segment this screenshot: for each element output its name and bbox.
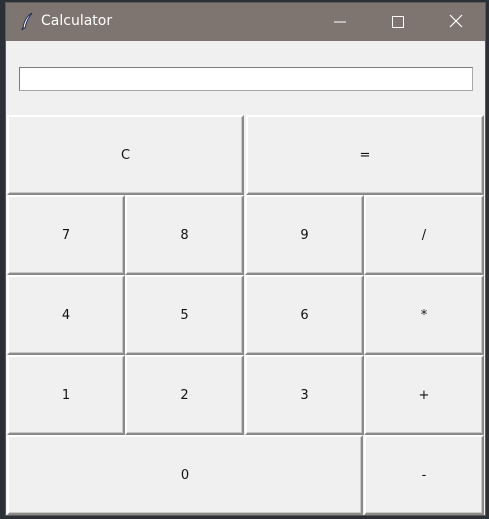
- digit-9-button[interactable]: 9: [245, 195, 364, 275]
- multiply-button[interactable]: *: [364, 275, 484, 355]
- title-bar[interactable]: Calculator: [6, 3, 485, 41]
- window-title: Calculator: [41, 13, 113, 29]
- divide-button[interactable]: /: [364, 195, 484, 275]
- maximize-icon: [392, 13, 404, 32]
- close-button[interactable]: [427, 3, 485, 41]
- minimize-button[interactable]: [311, 3, 369, 41]
- digit-2-button[interactable]: 2: [125, 355, 244, 435]
- display-input[interactable]: [19, 67, 473, 91]
- digit-6-button[interactable]: 6: [245, 275, 364, 355]
- digit-3-button[interactable]: 3: [245, 355, 364, 435]
- equals-button[interactable]: =: [246, 115, 484, 195]
- digit-5-button[interactable]: 5: [125, 275, 244, 355]
- calculator-window: Calculator C = 7 8 9 / 4 5 6 * 1 2 3 + 0…: [5, 2, 486, 516]
- feather-icon: [18, 11, 38, 31]
- digit-4-button[interactable]: 4: [7, 275, 125, 355]
- clear-button[interactable]: C: [7, 115, 244, 195]
- digit-7-button[interactable]: 7: [7, 195, 125, 275]
- maximize-button[interactable]: [369, 3, 427, 41]
- minimize-icon: [334, 13, 346, 32]
- digit-8-button[interactable]: 8: [125, 195, 244, 275]
- digit-0-button[interactable]: 0: [7, 435, 363, 515]
- minus-button[interactable]: -: [364, 435, 484, 515]
- plus-button[interactable]: +: [364, 355, 484, 435]
- digit-1-button[interactable]: 1: [7, 355, 125, 435]
- close-icon: [449, 13, 463, 32]
